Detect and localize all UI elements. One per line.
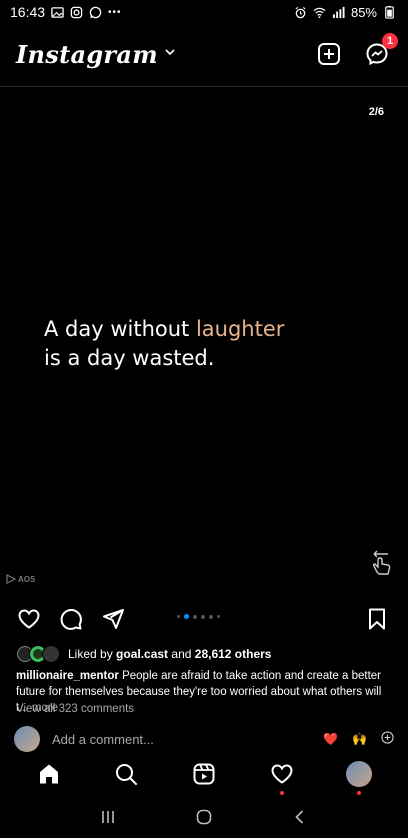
nav-activity[interactable] — [267, 759, 297, 795]
account-switcher[interactable]: Instagram — [16, 40, 176, 69]
alarm-icon — [294, 6, 307, 19]
post-actions — [0, 604, 408, 634]
play-triangle-icon — [6, 574, 16, 584]
reels-icon — [193, 763, 215, 785]
carousel-dot — [177, 615, 180, 618]
whatsapp-icon — [89, 6, 102, 19]
home-system-button[interactable] — [192, 805, 216, 829]
actions-left — [16, 606, 126, 632]
nav-search[interactable] — [111, 759, 141, 789]
carousel-dot-active — [184, 614, 189, 619]
wifi-icon — [313, 6, 326, 19]
home-icon — [39, 764, 58, 784]
plus-square-icon — [318, 43, 340, 65]
instagram-notification-icon — [70, 6, 83, 19]
share-button[interactable] — [100, 606, 126, 632]
liked-by-count[interactable]: 28,612 others — [195, 647, 272, 661]
heart-icon — [18, 609, 40, 629]
instagram-logo: Instagram — [16, 39, 158, 69]
messenger-button[interactable]: 1 — [364, 33, 398, 67]
watermark-text: AOS — [18, 574, 36, 584]
liked-by-prefix: Liked by — [68, 647, 117, 661]
quote-line-1: A day without laughter — [44, 315, 284, 344]
nav-profile[interactable] — [344, 759, 374, 795]
likes-summary[interactable]: Liked by goal.cast and 28,612 others — [16, 643, 271, 665]
slide-counter: 2/6 — [368, 106, 384, 118]
swipe-hint-icon — [368, 548, 394, 578]
watermark-logo: AOS — [6, 574, 35, 584]
carousel-dot — [209, 614, 213, 619]
chevron-down-icon — [164, 45, 176, 63]
status-left: 16:43 ••• — [10, 4, 122, 20]
nav-reels[interactable] — [189, 759, 219, 789]
quote-line-2: is a day wasted. — [44, 346, 215, 370]
carousel-indicator — [177, 614, 220, 619]
like-button[interactable] — [16, 606, 42, 632]
save-button[interactable] — [364, 606, 390, 632]
liked-by-middle: and — [168, 647, 195, 661]
heart-emoji-react[interactable]: ❤️ — [323, 732, 338, 746]
quote-accent-word: laughter — [195, 317, 285, 341]
post-media[interactable]: 2/6 A day without laughter is a day wast… — [0, 88, 408, 593]
battery-level: 85% — [350, 4, 377, 20]
nav-home[interactable] — [34, 759, 64, 789]
carousel-dot — [217, 615, 220, 618]
liker-avatars — [16, 645, 60, 663]
header-divider — [0, 86, 408, 87]
send-icon — [103, 609, 124, 629]
add-comment-row: Add a comment... ❤️ 🙌 — [14, 726, 394, 752]
comment-button[interactable] — [58, 606, 84, 632]
carousel-dot — [201, 614, 205, 619]
add-comment-input[interactable]: Add a comment... — [52, 732, 323, 747]
avatar — [42, 645, 60, 663]
header-actions: 1 — [316, 33, 398, 67]
system-navigation — [0, 796, 408, 838]
home-circle-icon — [196, 809, 212, 825]
activity-dot — [279, 791, 284, 795]
quote-text: A day without laughter is a day wasted. — [44, 315, 284, 373]
liked-by-user[interactable]: goal.cast — [116, 647, 168, 661]
likes-text: Liked by goal.cast and 28,612 others — [68, 647, 271, 661]
add-reaction-button[interactable] — [381, 731, 394, 747]
search-icon — [116, 764, 138, 785]
plus-circle-icon — [381, 731, 394, 744]
notification-badge: 1 — [382, 33, 398, 49]
create-post-button[interactable] — [316, 41, 342, 67]
gallery-icon — [51, 6, 64, 19]
status-bar: 16:43 ••• 85% — [0, 0, 408, 24]
view-all-comments-link[interactable]: View all 323 comments — [16, 703, 134, 715]
more-notifications-icon: ••• — [108, 6, 122, 18]
back-icon — [295, 810, 304, 824]
status-right: 85% — [294, 5, 396, 20]
raised-hands-emoji-react[interactable]: 🙌 — [352, 732, 367, 746]
battery-icon — [383, 5, 396, 19]
profile-dot — [357, 791, 362, 795]
signal-icon — [332, 6, 345, 19]
back-button[interactable] — [288, 805, 312, 829]
heart-icon — [271, 764, 293, 784]
carousel-dot — [193, 614, 197, 619]
bookmark-icon — [369, 608, 385, 630]
bottom-navigation — [0, 752, 408, 796]
quote-prefix: A day without — [44, 317, 196, 341]
quick-reactions: ❤️ 🙌 — [323, 731, 394, 747]
avatar — [14, 726, 40, 752]
caption-username[interactable]: millionaire_mentor — [16, 670, 119, 682]
status-time: 16:43 — [10, 4, 46, 20]
comment-icon — [60, 608, 82, 630]
profile-avatar — [346, 761, 373, 787]
recent-apps-button[interactable] — [96, 805, 120, 829]
app-header: Instagram 1 — [0, 30, 408, 78]
recent-apps-icon — [102, 811, 114, 823]
